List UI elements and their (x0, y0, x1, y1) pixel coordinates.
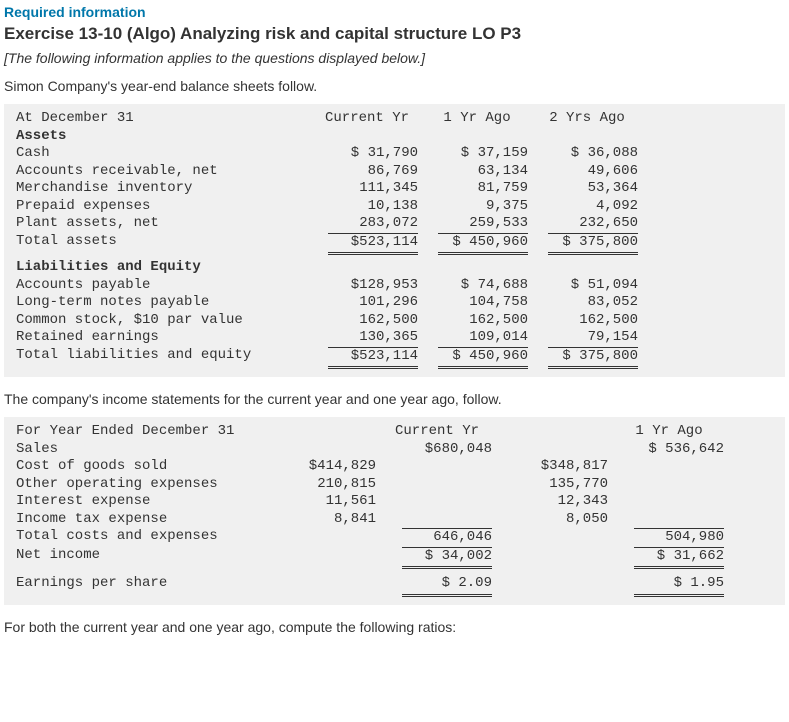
ar-1yr: 63,134 (426, 163, 536, 181)
oox-cur: 210,815 (266, 476, 382, 494)
row-ni-label: Net income (16, 547, 266, 570)
row-re-label: Retained earnings (16, 329, 316, 347)
cs-1yr: 162,500 (426, 312, 536, 330)
bs-col-2yr: 2 Yrs Ago (536, 110, 646, 128)
assets-header: Assets (16, 128, 316, 146)
row-total-assets-label: Total assets (16, 233, 316, 256)
intro-balance-sheet: Simon Company's year-end balance sheets … (4, 78, 785, 94)
cogs-prior: $348,817 (498, 458, 614, 476)
prepaid-1yr: 9,375 (426, 198, 536, 216)
ltn-cur: 101,296 (316, 294, 426, 312)
ap-2yr: $ 51,094 (536, 277, 646, 295)
row-cogs-label: Cost of goods sold (16, 458, 266, 476)
row-prepaid-label: Prepaid expenses (16, 198, 316, 216)
prepaid-cur: 10,138 (316, 198, 426, 216)
prepaid-2yr: 4,092 (536, 198, 646, 216)
ar-cur: 86,769 (316, 163, 426, 181)
sales-cur: $680,048 (382, 441, 498, 459)
ap-1yr: $ 74,688 (426, 277, 536, 295)
ta-cur: $523,114 (316, 233, 426, 256)
tle-1yr: $ 450,960 (426, 347, 536, 370)
row-ar-label: Accounts receivable, net (16, 163, 316, 181)
context-note: [The following information applies to th… (4, 50, 785, 66)
intx-cur: 11,561 (266, 493, 382, 511)
ta-2yr: $ 375,800 (536, 233, 646, 256)
income-statement-block: For Year Ended December 31 Current Yr 1 … (4, 417, 785, 605)
ap-cur: $128,953 (316, 277, 426, 295)
eps-prior: $ 1.95 (614, 575, 730, 597)
is-col-current: Current Yr (382, 423, 498, 441)
re-2yr: 79,154 (536, 329, 646, 347)
intro-income-statement: The company's income statements for the … (4, 391, 785, 407)
tle-2yr: $ 375,800 (536, 347, 646, 370)
row-tle-label: Total liabilities and equity (16, 347, 316, 370)
cs-2yr: 162,500 (536, 312, 646, 330)
row-cs-label: Common stock, $10 par value (16, 312, 316, 330)
row-plant-label: Plant assets, net (16, 215, 316, 233)
ni-prior: $ 31,662 (614, 547, 730, 570)
ltn-2yr: 83,052 (536, 294, 646, 312)
tax-prior: 8,050 (498, 511, 614, 529)
plant-2yr: 232,650 (536, 215, 646, 233)
eps-cur: $ 2.09 (382, 575, 498, 597)
row-sales-label: Sales (16, 441, 266, 459)
bs-date-label: At December 31 (16, 110, 316, 128)
ratio-instruction: For both the current year and one year a… (4, 619, 785, 635)
row-ap-label: Accounts payable (16, 277, 316, 295)
re-cur: 130,365 (316, 329, 426, 347)
tax-cur: 8,841 (266, 511, 382, 529)
required-info-label: Required information (4, 4, 785, 20)
bs-col-1yr: 1 Yr Ago (426, 110, 536, 128)
inv-1yr: 81,759 (426, 180, 536, 198)
row-oox-label: Other operating expenses (16, 476, 266, 494)
row-inv-label: Merchandise inventory (16, 180, 316, 198)
tle-cur: $523,114 (316, 347, 426, 370)
exercise-title: Exercise 13-10 (Algo) Analyzing risk and… (4, 24, 785, 44)
row-intx-label: Interest expense (16, 493, 266, 511)
is-date-label: For Year Ended December 31 (16, 423, 266, 441)
plant-cur: 283,072 (316, 215, 426, 233)
cs-cur: 162,500 (316, 312, 426, 330)
row-cash-label: Cash (16, 145, 316, 163)
is-col-prior: 1 Yr Ago (614, 423, 730, 441)
ni-cur: $ 34,002 (382, 547, 498, 570)
row-eps-label: Earnings per share (16, 575, 266, 597)
plant-1yr: 259,533 (426, 215, 536, 233)
bs-col-current: Current Yr (316, 110, 426, 128)
tcost-prior: 504,980 (614, 528, 730, 547)
cash-1yr: $ 37,159 (426, 145, 536, 163)
liab-equity-header: Liabilities and Equity (16, 259, 316, 277)
ltn-1yr: 104,758 (426, 294, 536, 312)
re-1yr: 109,014 (426, 329, 536, 347)
row-tax-label: Income tax expense (16, 511, 266, 529)
row-ltn-label: Long-term notes payable (16, 294, 316, 312)
tcost-cur: 646,046 (382, 528, 498, 547)
cash-2yr: $ 36,088 (536, 145, 646, 163)
intx-prior: 12,343 (498, 493, 614, 511)
sales-prior: $ 536,642 (614, 441, 730, 459)
cogs-cur: $414,829 (266, 458, 382, 476)
oox-prior: 135,770 (498, 476, 614, 494)
ta-1yr: $ 450,960 (426, 233, 536, 256)
inv-2yr: 53,364 (536, 180, 646, 198)
balance-sheet-block: At December 31 Current Yr 1 Yr Ago 2 Yrs… (4, 104, 785, 377)
row-tcost-label: Total costs and expenses (16, 528, 266, 547)
cash-cur: $ 31,790 (316, 145, 426, 163)
inv-cur: 111,345 (316, 180, 426, 198)
ar-2yr: 49,606 (536, 163, 646, 181)
